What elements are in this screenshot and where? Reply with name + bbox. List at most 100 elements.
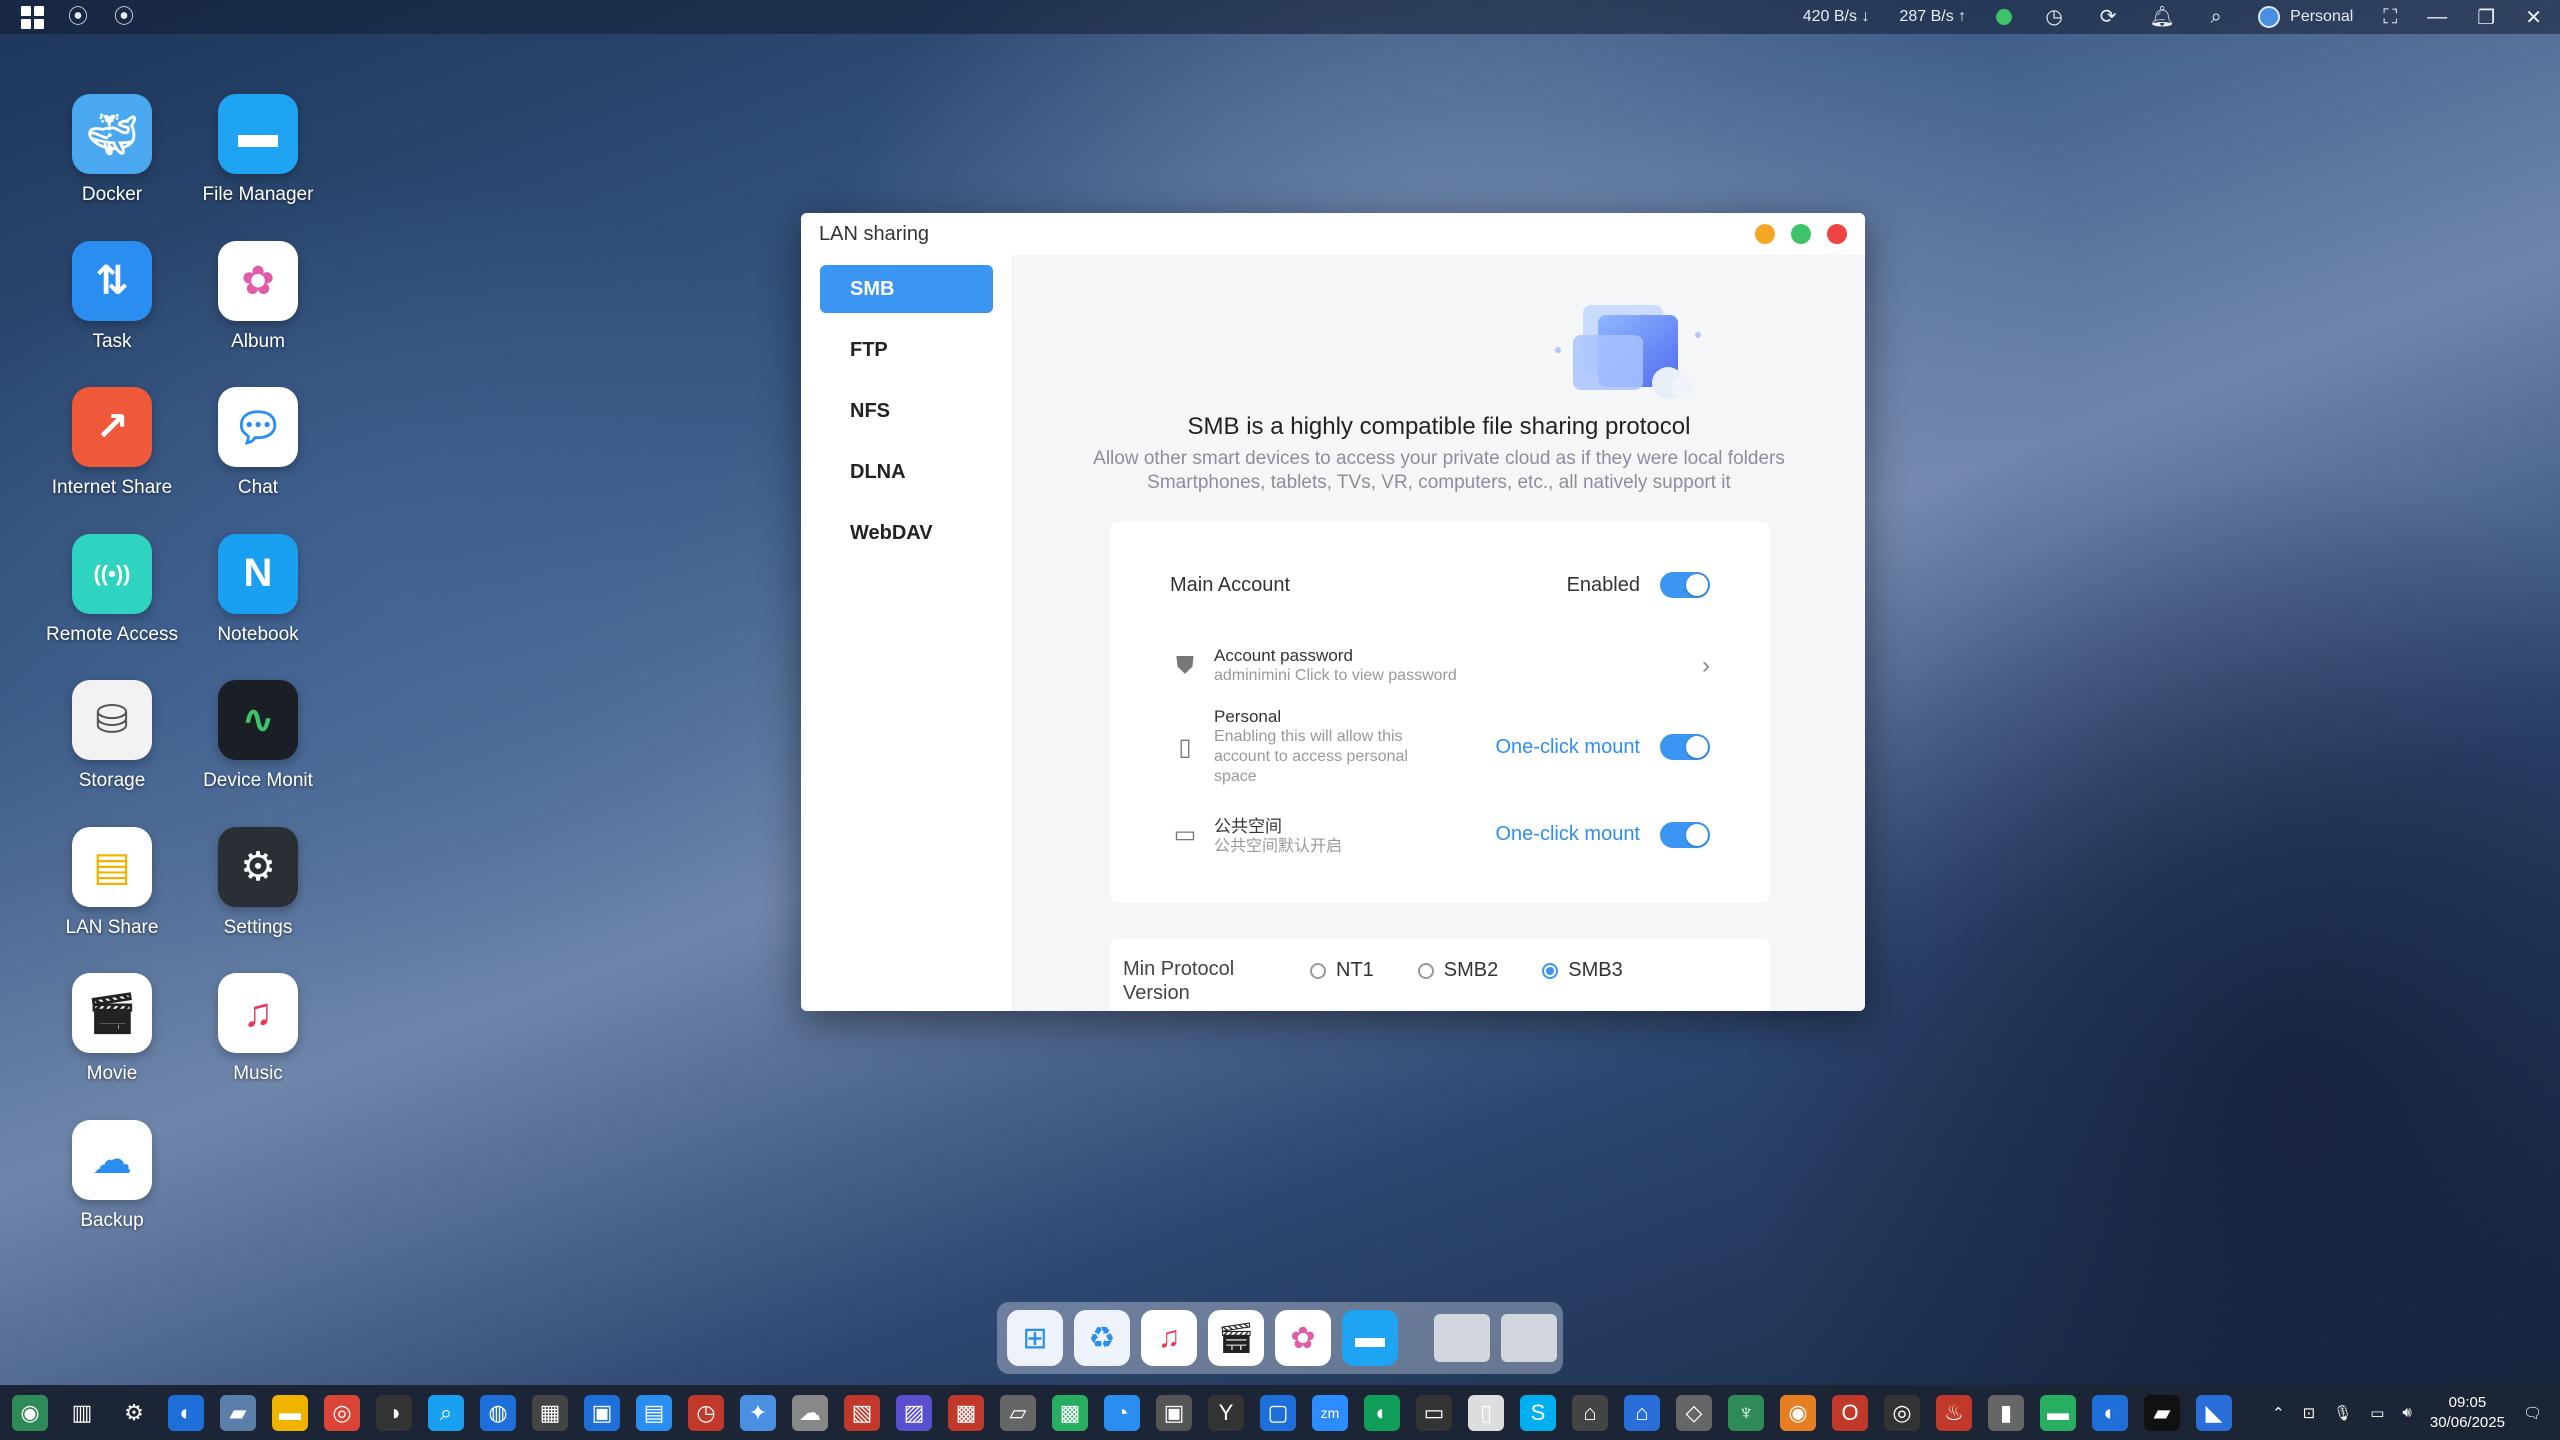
start-menu-icon[interactable] [20, 5, 44, 29]
dock-launcher-icon[interactable]: ⊞ [1007, 1310, 1063, 1366]
personal-toggle[interactable] [1660, 734, 1710, 760]
desktop-icon-task[interactable]: ⇅ Task [42, 240, 182, 353]
desktop-icon-internet-share[interactable]: ↗ Internet Share [42, 387, 182, 499]
notification-bell-icon[interactable]: 🔔︎ [2149, 5, 2174, 29]
desktop-icon-remote-access[interactable]: ((•)) Remote Access [42, 533, 182, 646]
radio-nt1[interactable]: NT1 [1310, 959, 1374, 982]
taskbar-clock[interactable]: 09:05 30/06/2025 [2430, 1393, 2505, 1433]
chevron-right-icon[interactable]: › [1702, 652, 1710, 680]
skype-icon[interactable]: S [1520, 1394, 1556, 1431]
main-account-toggle[interactable] [1660, 572, 1710, 598]
account-password-row[interactable]: ⛊ Account password adminimini Click to v… [1170, 646, 1710, 686]
tray-volume-icon[interactable]: 🔊︎ [2402, 1404, 2411, 1421]
app-icon-20[interactable]: ◉ [1780, 1394, 1816, 1431]
edge-app-icon[interactable]: ◐ [1364, 1394, 1400, 1431]
personal-mount-link[interactable]: One-click mount [1496, 736, 1641, 759]
app-icon-15[interactable]: ▢ [1260, 1394, 1296, 1431]
dock-music-icon[interactable]: ♫ [1141, 1310, 1197, 1366]
opera-icon[interactable]: O [1832, 1394, 1868, 1431]
sidebar-item-smb[interactable]: SMB [820, 265, 993, 313]
radio-smb3[interactable]: SMB3 [1542, 959, 1623, 982]
maximize-window-button[interactable] [1791, 224, 1811, 244]
app-icon-6[interactable]: ✦ [740, 1394, 776, 1431]
tray-network-icon[interactable]: ⊡ [2303, 1404, 2316, 1422]
fullscreen-icon[interactable]: ⛶ [2383, 6, 2397, 29]
close-icon[interactable]: ✕ [2525, 5, 2542, 30]
app-icon-23[interactable]: ▮ [1988, 1394, 2024, 1431]
app-switcher-icon[interactable]: ⦿ [66, 5, 90, 29]
desktop-icon-settings[interactable]: ⚙ Settings [188, 826, 328, 939]
dock-recycle-icon[interactable]: ♻ [1074, 1310, 1130, 1366]
calculator-icon[interactable]: ▦ [532, 1394, 568, 1431]
app-icon-1[interactable]: ◑ [376, 1394, 412, 1431]
app-icon-3[interactable]: ▣ [584, 1394, 620, 1431]
public-space-toggle[interactable] [1660, 821, 1710, 848]
dock-movie-icon[interactable]: 🎬︎ [1208, 1310, 1264, 1366]
app-icon-5[interactable]: ◷ [688, 1394, 724, 1431]
tray-display-icon[interactable]: ▭ [2370, 1404, 2384, 1422]
tray-mic-icon[interactable]: 🎙︎ [2333, 1404, 2352, 1422]
tray-expand-icon[interactable]: ⌃ [2272, 1404, 2285, 1422]
profile-menu[interactable]: Personal [2258, 6, 2353, 28]
public-space-mount-link[interactable]: One-click mount [1496, 823, 1641, 846]
search-app-icon[interactable]: ⌕ [428, 1394, 464, 1431]
desktop-icon-docker[interactable]: 🐳︎ Docker [42, 94, 182, 206]
dock-window-thumbnail-2[interactable] [1501, 1314, 1557, 1362]
zoom-icon[interactable]: zm [1312, 1394, 1348, 1431]
task-view-icon[interactable]: ▥ [64, 1395, 100, 1431]
app-icon-16[interactable]: ⌂ [1572, 1394, 1608, 1431]
desktop-icon-notebook[interactable]: N Notebook [188, 533, 328, 646]
app-icon-4[interactable]: ▤ [636, 1394, 672, 1431]
refresh-icon[interactable]: ⟳ [2096, 5, 2120, 29]
app-icon-12[interactable]: ▩ [1052, 1394, 1088, 1431]
app-icon-18[interactable]: ◇ [1676, 1394, 1712, 1431]
desktop-icon-file-manager[interactable]: ▬ File Manager [188, 94, 328, 206]
desktop-icon-chat[interactable]: 💬︎ Chat [188, 387, 328, 499]
app-icon-19[interactable]: ♆ [1728, 1394, 1764, 1431]
desktop-icon-backup[interactable]: ☁ Backup [42, 1119, 182, 1232]
sidebar-item-dlna[interactable]: DLNA [820, 448, 993, 496]
app-icon-14[interactable]: Y [1208, 1394, 1244, 1431]
radio-smb2[interactable]: SMB2 [1417, 959, 1498, 982]
dock-folder-icon[interactable]: ▬ [1342, 1310, 1398, 1366]
minimize-window-button[interactable] [1755, 224, 1775, 244]
app-icon-22[interactable]: ♨ [1936, 1394, 1972, 1431]
notes-icon[interactable]: ▰ [220, 1394, 256, 1431]
app-icon-24[interactable]: ▬ [2040, 1394, 2076, 1431]
status-indicator-icon[interactable] [1996, 9, 2013, 25]
desktop-icon-movie[interactable]: 🎬︎ Movie [42, 973, 182, 1085]
window-titlebar[interactable]: LAN sharing [801, 213, 1865, 255]
restore-icon[interactable]: ❐ [2477, 5, 2495, 30]
display-icon[interactable]: ▭ [1416, 1394, 1452, 1431]
document-icon[interactable]: ▯ [1468, 1394, 1504, 1431]
gear-icon[interactable]: ⚙ [116, 1395, 152, 1431]
dock-album-icon[interactable]: ✿ [1275, 1310, 1331, 1366]
edge-icon[interactable]: ◐ [168, 1394, 204, 1431]
app-icon-9[interactable]: ▨ [896, 1394, 932, 1431]
sidebar-item-nfs[interactable]: NFS [820, 387, 993, 435]
app-icon-25[interactable]: ◐ [2092, 1394, 2128, 1431]
app-icon-10[interactable]: ▩ [948, 1394, 984, 1431]
app-icon-21[interactable]: ◎ [1884, 1394, 1920, 1431]
app-icon-8[interactable]: ▧ [844, 1394, 880, 1431]
desktop-icon-lan-share[interactable]: ▤ LAN Share [42, 826, 182, 939]
remote-desktop-icon[interactable]: ◣ [2196, 1394, 2232, 1431]
app-icon-17[interactable]: ⌂ [1624, 1394, 1660, 1431]
clock-sync-icon[interactable]: ◷ [2042, 5, 2066, 29]
app-icon-11[interactable]: ▱ [1000, 1394, 1036, 1431]
camera-icon[interactable]: ▣ [1156, 1394, 1192, 1431]
dock-window-thumbnail-1[interactable] [1434, 1314, 1490, 1362]
sidebar-item-webdav[interactable]: WebDAV [820, 509, 993, 557]
minimize-icon[interactable]: — [2427, 6, 2447, 29]
desktop-icon-storage[interactable]: ⛁ Storage [42, 680, 182, 792]
file-explorer-icon[interactable]: ▬ [272, 1394, 308, 1431]
app-icon-26[interactable]: ▰ [2144, 1394, 2180, 1431]
chrome-icon[interactable]: ◎ [324, 1394, 360, 1431]
close-window-button[interactable] [1827, 224, 1847, 244]
app-icon-2[interactable]: ◍ [480, 1394, 516, 1431]
app-switcher-icon-2[interactable]: ⦿ [112, 5, 136, 29]
app-icon-13[interactable]: ◔ [1104, 1394, 1140, 1431]
search-icon[interactable]: ⌕ [2204, 5, 2228, 29]
desktop-icon-album[interactable]: ✿ Album [188, 240, 328, 353]
start-orb-icon[interactable]: ◉ [12, 1394, 48, 1431]
